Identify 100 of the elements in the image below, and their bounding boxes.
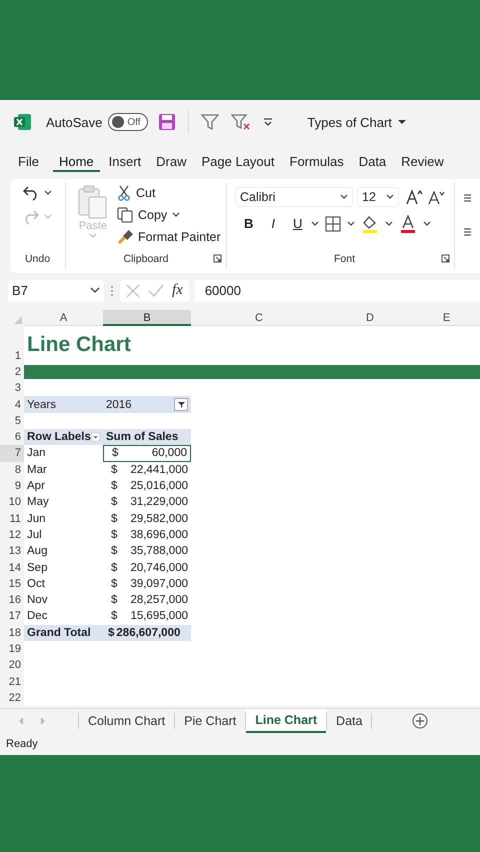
column-header[interactable]: E xyxy=(413,310,480,326)
table-cell[interactable]: $ 39,097,000 xyxy=(103,576,191,592)
clear-filter-icon[interactable] xyxy=(231,113,252,132)
caret-icon xyxy=(90,287,100,294)
row-header[interactable]: 9 xyxy=(0,478,24,494)
row-header[interactable]: 6 xyxy=(0,428,24,446)
table-cell-text: Mar xyxy=(26,462,48,478)
table-cell[interactable]: $ 20,746,000 xyxy=(103,559,191,576)
caret-icon[interactable] xyxy=(347,220,356,227)
row-header[interactable]: 22 xyxy=(0,690,24,706)
table-cell[interactable]: $ 35,788,000 xyxy=(103,543,191,560)
status-text: Ready xyxy=(6,738,38,750)
row-header[interactable]: 14 xyxy=(0,559,24,576)
increase-font-size-icon[interactable] xyxy=(406,188,424,205)
borders-icon[interactable] xyxy=(325,216,342,232)
filter-dropdown-icon[interactable] xyxy=(174,398,188,412)
row-header[interactable]: 11 xyxy=(0,510,24,527)
file-name-dropdown[interactable]: Types of Chart xyxy=(307,114,406,130)
group-label: Clipboard xyxy=(124,252,168,265)
copy-button[interactable]: Copy xyxy=(114,204,224,225)
table-cell-text: Jan xyxy=(26,446,47,462)
font-name-dropdown[interactable]: Calibri xyxy=(235,186,353,207)
sheet-tab[interactable]: Column Chart xyxy=(79,709,174,734)
sheet-tab[interactable]: Data xyxy=(327,709,372,734)
row-header[interactable]: 13 xyxy=(0,543,24,560)
row-header[interactable]: 5 xyxy=(0,412,24,429)
row-header[interactable]: 17 xyxy=(0,608,24,625)
table-cell-text: Oct xyxy=(26,576,46,592)
row-header[interactable]: 7 xyxy=(0,445,24,462)
caret-icon xyxy=(340,194,348,200)
row-header[interactable]: 10 xyxy=(0,494,24,510)
decrease-font-size-icon[interactable] xyxy=(428,188,446,205)
font-color-icon[interactable] xyxy=(399,214,418,233)
ribbon-tab[interactable]: Data xyxy=(352,150,392,172)
table-cell[interactable]: $ 15,695,000 xyxy=(103,608,191,625)
insert-function-button[interactable]: fx xyxy=(172,282,183,300)
excel-logo-icon[interactable] xyxy=(14,113,32,132)
format-button[interactable]: I xyxy=(268,216,278,232)
format-painter-button[interactable]: Format Painter xyxy=(114,226,224,247)
customize-menu-icon[interactable] xyxy=(263,117,274,128)
table-cell[interactable]: $ 22,441,000 xyxy=(103,462,191,478)
table-cell[interactable]: $ 38,696,000 xyxy=(103,526,191,544)
caret-icon[interactable] xyxy=(423,220,432,227)
row-header[interactable]: 19 xyxy=(0,640,24,658)
group-label: Font xyxy=(334,252,355,265)
ribbon-tab[interactable]: Page Layout xyxy=(196,150,281,172)
row-header[interactable]: 4 xyxy=(0,396,24,413)
row-header[interactable]: 21 xyxy=(0,673,24,690)
filter-icon[interactable] xyxy=(201,113,220,132)
ribbon-tab[interactable]: File xyxy=(12,150,45,172)
column-header[interactable]: D xyxy=(327,310,413,326)
cut-button[interactable]: Cut xyxy=(114,182,224,203)
formula-input[interactable]: 60000 xyxy=(194,280,480,302)
row-header[interactable]: 2 xyxy=(0,364,24,380)
paintbrush-icon xyxy=(117,228,133,245)
ribbon-tab[interactable]: Home xyxy=(52,150,100,172)
table-cell-text: Sep xyxy=(26,560,48,576)
dialog-launcher-icon[interactable] xyxy=(441,254,450,264)
dropdown-icon[interactable] xyxy=(90,431,100,444)
column-header[interactable]: C xyxy=(191,310,327,326)
save-icon[interactable] xyxy=(158,113,176,132)
table-cell[interactable]: $ 29,582,000 xyxy=(103,510,191,527)
caret-icon[interactable] xyxy=(311,220,320,227)
table-cell[interactable]: $ 60,000 xyxy=(103,445,191,462)
font-size-dropdown[interactable]: 12 xyxy=(357,186,399,207)
caret-icon xyxy=(386,194,394,200)
row-header[interactable]: 1 xyxy=(0,326,24,364)
dialog-launcher-icon[interactable] xyxy=(213,254,222,264)
format-button[interactable]: B xyxy=(241,216,256,232)
table-cell[interactable]: $ 31,229,000 xyxy=(103,494,191,510)
ribbon-tab[interactable]: Insert xyxy=(102,150,148,172)
table-cell-text: Nov xyxy=(26,593,48,608)
row-header[interactable]: 20 xyxy=(0,657,24,674)
table-cell[interactable]: $ 28,257,000 xyxy=(103,592,191,608)
row-header[interactable]: 15 xyxy=(0,576,24,592)
ribbon-tab[interactable]: Draw xyxy=(150,150,192,172)
row-header[interactable]: 12 xyxy=(0,526,24,544)
table-cell[interactable]: $ 25,016,000 xyxy=(103,478,191,494)
caret-icon xyxy=(398,119,406,126)
copy-icon xyxy=(117,206,133,223)
table-cell: Sum of Sales xyxy=(103,428,191,446)
fill-color-icon[interactable] xyxy=(361,214,380,233)
row-header[interactable]: 3 xyxy=(0,380,24,396)
name-box[interactable]: B7 xyxy=(8,280,104,302)
row-header[interactable]: 16 xyxy=(0,592,24,608)
column-header[interactable]: B xyxy=(103,310,191,326)
table-cell: 2016 xyxy=(103,396,191,413)
caret-icon[interactable] xyxy=(44,190,52,196)
format-button[interactable]: U xyxy=(290,216,306,232)
caret-icon[interactable] xyxy=(385,220,394,227)
sheet-tab[interactable]: Line Chart xyxy=(246,709,326,734)
table-cell: Years xyxy=(24,396,103,413)
sheet-tab[interactable]: Pie Chart xyxy=(175,709,246,734)
autosave-toggle[interactable]: Off xyxy=(108,113,148,132)
column-header[interactable]: A xyxy=(24,310,103,326)
add-sheet-icon[interactable] xyxy=(412,713,428,730)
row-header[interactable]: 8 xyxy=(0,462,24,478)
ribbon-tab[interactable]: Review xyxy=(395,150,450,172)
ribbon-tab[interactable]: Formulas xyxy=(284,150,350,172)
row-header[interactable]: 18 xyxy=(0,624,24,641)
